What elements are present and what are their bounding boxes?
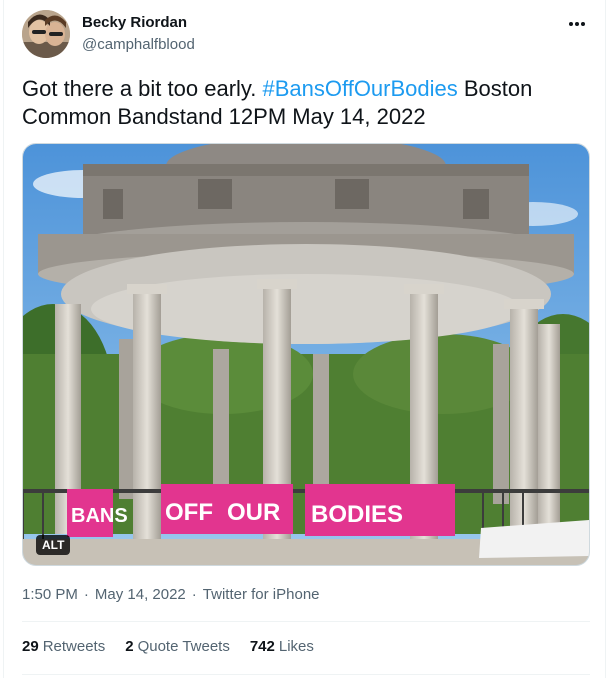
banner-word-4: BODIES — [311, 501, 403, 528]
tweet-time[interactable]: 1:50 PM — [22, 586, 78, 603]
divider — [22, 621, 590, 622]
quote-tweets-label: Quote Tweets — [137, 638, 230, 655]
tweet-text-part1: Got there a bit too early. — [22, 76, 263, 101]
quote-tweets-stat[interactable]: 2 Quote Tweets — [125, 638, 230, 655]
divider-bottom — [22, 674, 590, 675]
avatar[interactable] — [22, 10, 70, 58]
tweet-date[interactable]: May 14, 2022 — [95, 586, 186, 603]
display-name[interactable]: Becky Riordan — [82, 14, 187, 31]
banner-word-2: OFF — [165, 499, 213, 526]
tweet-meta: 1:50 PM · May 14, 2022 · Twitter for iPhone — [22, 586, 320, 603]
likes-label: Likes — [278, 638, 314, 655]
quote-tweets-count: 2 — [125, 638, 134, 655]
tweet-text: Got there a bit too early. #BansOffOurBo… — [22, 75, 582, 131]
retweets-count: 29 — [22, 638, 39, 655]
likes-stat[interactable]: 742 Likes — [250, 638, 314, 655]
banner-word-3: OUR — [227, 499, 280, 526]
more-dots-icon — [569, 22, 585, 26]
hashtag-link[interactable]: #BansOffOurBodies — [263, 76, 458, 101]
tweet-card: Becky Riordan @camphalfblood Got there a… — [3, 0, 606, 678]
tweet-source[interactable]: Twitter for iPhone — [203, 586, 320, 603]
tweet-stats: 29 Retweets 2 Quote Tweets 742 Likes — [22, 638, 334, 655]
retweets-stat[interactable]: 29 Retweets — [22, 638, 105, 655]
alt-text-badge[interactable]: ALT — [36, 535, 71, 555]
meta-separator-1: · — [83, 586, 89, 603]
more-options-button[interactable] — [564, 14, 590, 34]
user-handle[interactable]: @camphalfblood — [82, 36, 195, 53]
banner-word-1: BANS — [71, 505, 128, 527]
likes-count: 742 — [249, 638, 275, 655]
meta-separator-2: · — [191, 586, 197, 603]
tweet-photo[interactable]: BANS OFF OUR BODIES — [22, 143, 590, 566]
retweets-label: Retweets — [42, 638, 106, 655]
bandstand-photo: BANS OFF OUR BODIES — [23, 144, 589, 565]
